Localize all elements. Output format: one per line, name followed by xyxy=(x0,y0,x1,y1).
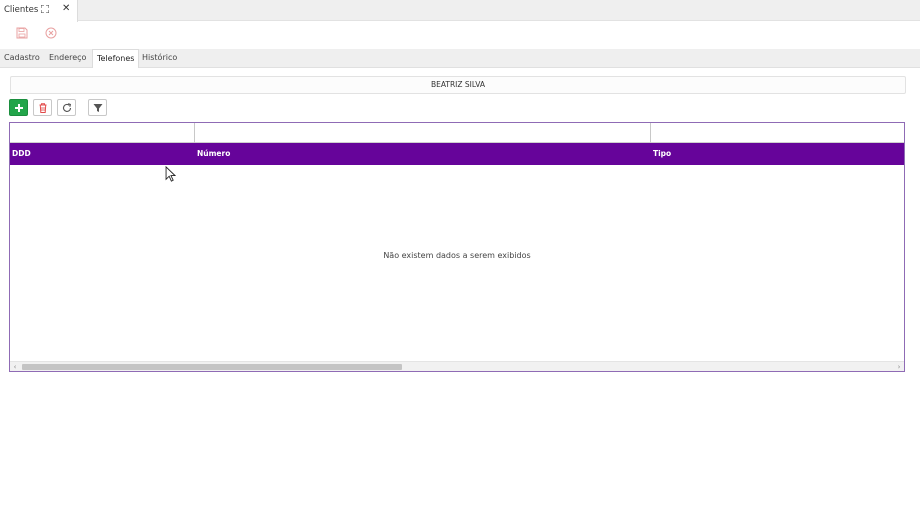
tab-endereco[interactable]: Endereço xyxy=(45,49,90,68)
column-header-numero[interactable]: Número xyxy=(195,143,230,165)
cancel-button[interactable] xyxy=(45,27,59,41)
filter-cell-numero[interactable] xyxy=(195,123,651,143)
filter-cell-ddd[interactable] xyxy=(10,123,195,143)
section-tabs: Cadastro Endereço Telefones Histórico xyxy=(0,49,920,68)
plus-icon xyxy=(15,104,23,112)
filter-row xyxy=(10,123,904,143)
column-header-tipo[interactable]: Tipo xyxy=(651,143,671,165)
cancel-icon xyxy=(45,27,57,39)
filter-cell-tipo[interactable] xyxy=(651,123,904,143)
tab-telefones[interactable]: Telefones xyxy=(92,49,140,68)
maximize-icon[interactable] xyxy=(41,5,49,13)
scroll-left-icon[interactable]: ‹ xyxy=(10,362,20,372)
scroll-right-icon[interactable]: › xyxy=(894,362,904,372)
window-tab-title: Clientes xyxy=(4,5,39,15)
horizontal-scrollbar[interactable]: ‹ › xyxy=(10,361,904,371)
save-button[interactable] xyxy=(16,27,30,41)
save-icon xyxy=(16,27,28,39)
tab-historico[interactable]: Histórico xyxy=(138,49,181,68)
close-tab-icon[interactable]: ✕ xyxy=(62,3,70,15)
refresh-icon xyxy=(63,103,72,112)
filter-button[interactable] xyxy=(88,99,107,116)
client-name-display: BEATRIZ SILVA xyxy=(10,76,906,94)
window-tab-strip: Clientes ✕ xyxy=(0,0,920,22)
add-phone-button[interactable] xyxy=(9,99,28,116)
tab-cadastro[interactable]: Cadastro xyxy=(0,49,44,68)
window-tab-clientes[interactable]: Clientes ✕ xyxy=(0,0,78,22)
column-header-ddd[interactable]: DDD xyxy=(10,143,31,165)
empty-grid-message: Não existem dados a serem exibidos xyxy=(383,251,531,260)
delete-phone-button[interactable] xyxy=(33,99,52,116)
filter-icon xyxy=(93,104,103,112)
grid-header: DDD Número Tipo xyxy=(10,143,904,165)
mouse-cursor-icon xyxy=(165,166,176,182)
refresh-button[interactable] xyxy=(57,99,76,116)
form-toolbar xyxy=(0,22,920,49)
scrollbar-thumb[interactable] xyxy=(22,364,402,370)
trash-icon xyxy=(39,103,47,113)
phones-grid: DDD Número Tipo Não existem dados a sere… xyxy=(9,122,905,372)
